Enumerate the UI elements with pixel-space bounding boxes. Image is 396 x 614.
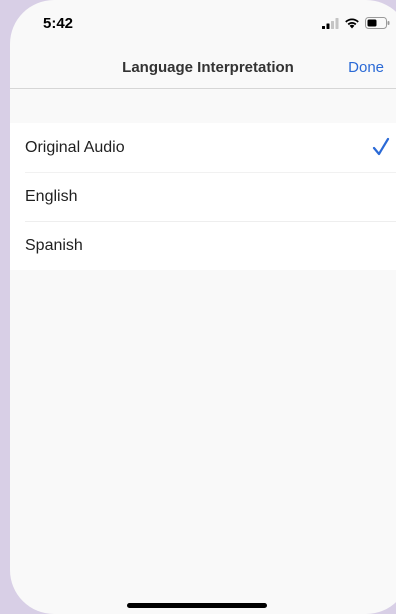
list-item-label: Original Audio: [25, 138, 125, 156]
language-list: Original Audio English Spanish: [10, 123, 396, 270]
list-item-english[interactable]: English: [10, 172, 396, 221]
status-bar: 5:42: [10, 0, 396, 48]
navigation-bar: Language Interpretation Done: [10, 48, 396, 89]
cellular-signal-icon: [322, 17, 339, 29]
home-indicator[interactable]: [127, 603, 267, 608]
list-item-label: Spanish: [25, 236, 83, 254]
page-title: Language Interpretation: [122, 59, 294, 76]
list-item-original-audio[interactable]: Original Audio: [10, 123, 396, 172]
done-button[interactable]: Done: [348, 59, 384, 76]
checkmark-icon: [372, 137, 390, 156]
wifi-icon: [345, 18, 359, 29]
list-item-label: English: [25, 187, 78, 205]
battery-icon: [365, 17, 390, 29]
status-time: 5:42: [43, 15, 74, 32]
list-item-spanish[interactable]: Spanish: [10, 221, 396, 270]
status-icons: [322, 17, 390, 29]
phone-screen: 5:42 Language Interpretation Done Origin…: [10, 0, 396, 614]
